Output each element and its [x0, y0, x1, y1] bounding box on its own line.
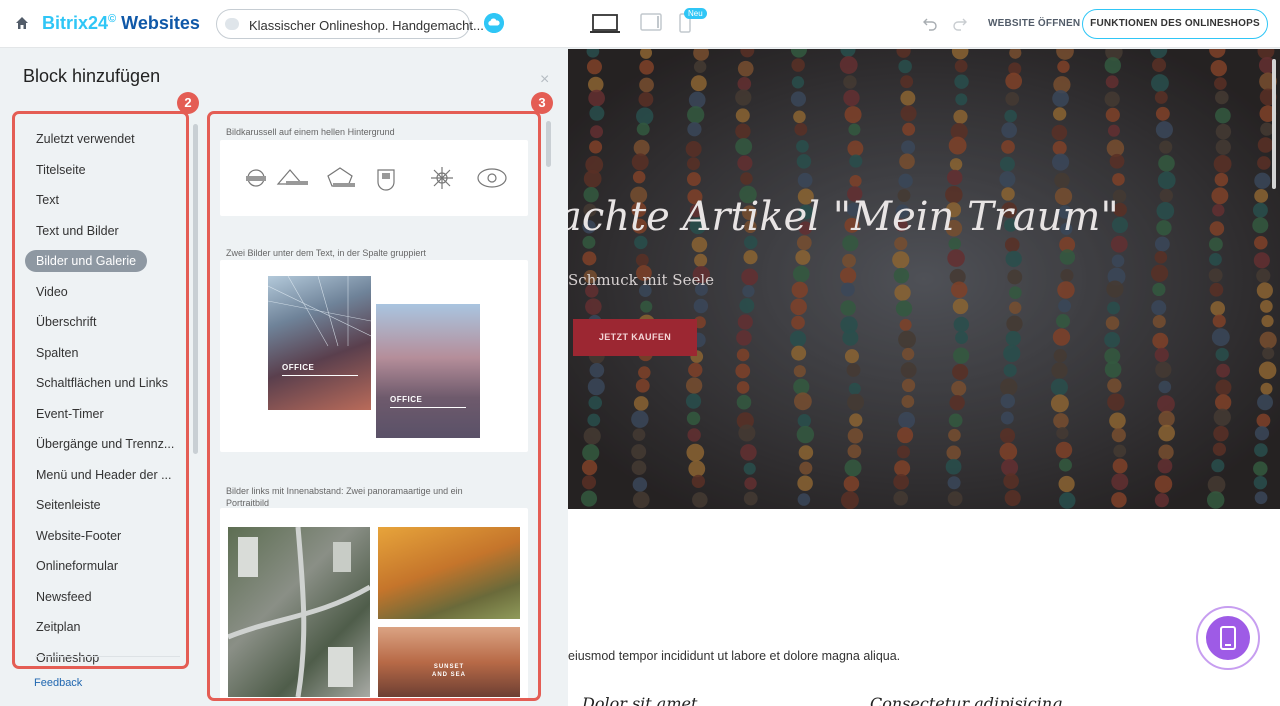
category-item[interactable]: Spalten: [15, 338, 186, 369]
category-label: Spalten: [36, 345, 79, 360]
sunset-label-2: AND SEA: [431, 672, 466, 678]
category-label: Text: [36, 193, 59, 207]
office-photo-1: OFFICE: [268, 276, 371, 410]
block-list-scrollbar[interactable]: [546, 121, 551, 167]
category-item[interactable]: Newsfeed: [15, 582, 186, 613]
site-preview: achte Artikel "Mein Traum" Schmuck mit S…: [568, 49, 1280, 706]
category-label: Seitenleiste: [36, 498, 101, 512]
phone-icon: [1220, 626, 1236, 650]
category-item[interactable]: Menü und Header der ...: [15, 460, 186, 491]
category-label: Event-Timer: [36, 406, 104, 421]
block-card-two-images[interactable]: OFFICE OFFICE: [220, 260, 528, 452]
category-label: Überschrift: [36, 315, 97, 329]
category-label: Titelseite: [36, 162, 86, 177]
hero-subtitle: Schmuck mit Seele: [568, 271, 715, 289]
category-item[interactable]: Überschrift: [15, 307, 186, 338]
divider: [35, 656, 180, 657]
glass-roof-graphic: [268, 276, 371, 347]
logo-carousel-preview: [246, 167, 507, 191]
redo-icon[interactable]: [952, 15, 968, 31]
panel-title: Block hinzufügen: [23, 66, 161, 86]
body-text: eiusmod tempor incididunt ut labore et d…: [568, 649, 901, 663]
category-item[interactable]: Schaltflächen und Links: [15, 368, 186, 399]
site-selector-label: Klassischer Onlineshop. Handgemacht...: [249, 18, 484, 33]
category-label: Video: [36, 284, 68, 299]
column-heading-2: Consectetur adipisicing: [870, 694, 1063, 706]
close-icon[interactable]: ×: [540, 71, 549, 89]
category-label: Menü und Header der ...: [36, 467, 172, 482]
brand-websites: Websites: [121, 13, 200, 33]
category-item[interactable]: Event-Timer: [15, 399, 186, 430]
category-label: Website-Footer: [36, 528, 122, 543]
clock-icon: ©: [108, 13, 117, 25]
category-label: Newsfeed: [36, 589, 92, 604]
site-thumbnail-icon: [225, 18, 239, 30]
category-item[interactable]: Text: [15, 185, 186, 216]
category-label: Übergänge und Trennz...: [36, 437, 175, 451]
category-label: Bilder und Galerie: [25, 250, 148, 272]
cloud-icon[interactable]: [484, 13, 504, 33]
highway-graphic: [228, 527, 370, 697]
new-badge: Neu: [684, 8, 707, 19]
category-item[interactable]: Übergänge und Trennz...: [15, 429, 186, 460]
feedback-link[interactable]: Feedback: [34, 677, 82, 689]
category-label: Onlineshop: [36, 650, 100, 665]
autumn-tree-photo: [378, 527, 520, 619]
category-item[interactable]: Text und Bilder: [15, 216, 186, 247]
block-label: Bilder links mit Innenabstand: Zwei pano…: [226, 486, 463, 508]
office-label: OFFICE: [390, 395, 423, 404]
buy-now-button[interactable]: JETZT KAUFEN: [573, 319, 697, 356]
sunset-label-1: SUNSET: [433, 664, 465, 670]
divider: [390, 407, 466, 408]
office-photo-2: OFFICE: [376, 304, 480, 438]
category-item[interactable]: Video: [15, 277, 186, 308]
preview-scrollbar[interactable]: [1272, 59, 1276, 189]
brand-logo[interactable]: Bitrix24© Websites: [42, 13, 200, 34]
category-item[interactable]: Onlineformular: [15, 551, 186, 582]
desktop-view-icon[interactable]: [590, 13, 620, 35]
hero-section: achte Artikel "Mein Traum" Schmuck mit S…: [568, 49, 1280, 509]
home-icon[interactable]: [14, 15, 30, 31]
undo-icon[interactable]: [922, 15, 938, 31]
block-label: Bildkarussell auf einem hellen Hintergru…: [226, 127, 395, 137]
category-item[interactable]: Zuletzt verwendet: [15, 124, 186, 155]
callout-badge-2: 2: [177, 92, 199, 114]
category-label: Schaltflächen und Links: [36, 376, 169, 390]
category-item[interactable]: Website-Footer: [15, 521, 186, 552]
category-item[interactable]: Seitenleiste: [15, 490, 186, 521]
category-label: Zeitplan: [36, 620, 81, 634]
category-scrollbar[interactable]: [193, 124, 198, 454]
add-block-panel: Block hinzufügen × Zuletzt verwendet Tit…: [0, 49, 568, 706]
office-label: OFFICE: [282, 363, 315, 372]
tablet-view-icon[interactable]: [640, 13, 662, 31]
column-heading-1: Dolor sit amet: [582, 694, 698, 706]
shop-features-button[interactable]: FUNKTIONEN DES ONLINESHOPS: [1082, 9, 1268, 39]
sunset-photo: SUNSET AND SEA: [378, 627, 520, 697]
category-item[interactable]: Titelseite: [15, 155, 186, 186]
category-item-active[interactable]: Bilder und Galerie: [15, 246, 186, 277]
category-list-box: Zuletzt verwendet Titelseite Text Text u…: [12, 111, 189, 669]
block-card-carousel[interactable]: [220, 140, 528, 216]
block-list-box: Bildkarussell auf einem hellen Hintergru…: [207, 111, 541, 701]
callout-badge-3: 3: [531, 92, 553, 114]
mobile-preview-button[interactable]: [1196, 606, 1260, 670]
hero-title: achte Artikel "Mein Traum": [568, 194, 1119, 240]
divider: [282, 375, 358, 376]
category-item[interactable]: Zeitplan: [15, 612, 186, 643]
top-bar: Bitrix24© Websites Klassischer Onlinesho…: [0, 0, 1280, 48]
brand-bitrix: Bitrix24: [42, 13, 109, 33]
block-card-panorama-images[interactable]: SUNSET AND SEA: [220, 508, 528, 698]
category-label: Zuletzt verwendet: [36, 132, 135, 146]
category-label: Text und Bilder: [36, 223, 119, 238]
city-aerial-photo: [228, 527, 370, 697]
open-website-link[interactable]: WEBSITE ÖFFNEN: [988, 18, 1080, 29]
category-label: Onlineformular: [36, 559, 118, 573]
site-selector[interactable]: Klassischer Onlineshop. Handgemacht...: [216, 9, 484, 39]
block-label: Zwei Bilder unter dem Text, in der Spalt…: [226, 248, 426, 258]
mobile-preview-icon-bg: [1206, 616, 1250, 660]
category-list: Zuletzt verwendet Titelseite Text Text u…: [15, 124, 186, 666]
